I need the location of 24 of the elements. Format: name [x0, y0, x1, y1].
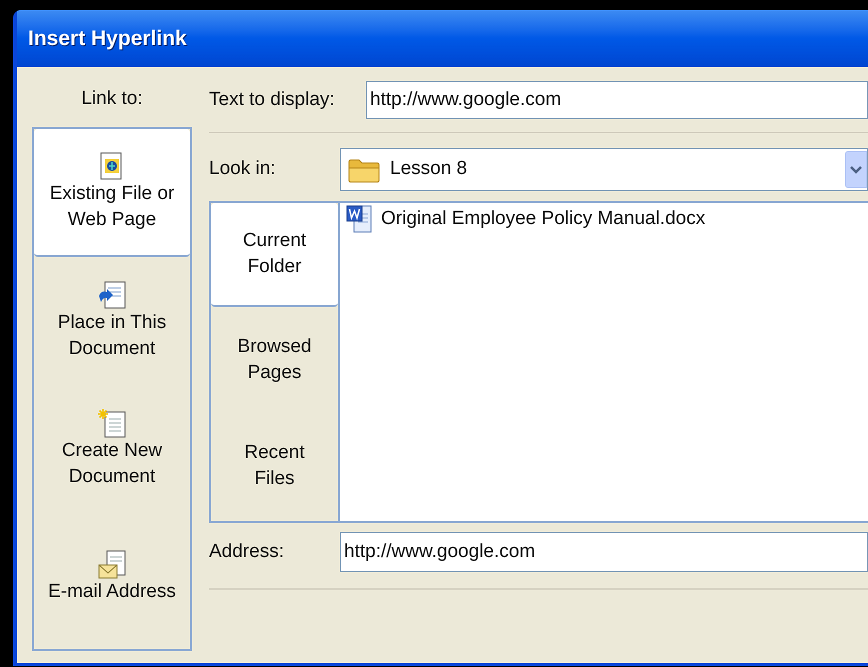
new-document-icon — [97, 408, 127, 438]
address-field[interactable]: http://www.google.com — [340, 532, 868, 572]
file-item[interactable]: Original Employee Policy Manual.docx — [381, 204, 706, 234]
envelope-document-icon — [97, 549, 127, 579]
places-tab[interactable]: Current Folder — [211, 203, 338, 307]
link-type-item[interactable]: Place in This Document — [34, 257, 190, 385]
chevron-down-icon — [850, 166, 862, 174]
look-in-value: Lesson 8 — [390, 157, 468, 182]
link-type-item[interactable]: Create New Document — [34, 385, 190, 513]
window-title: Insert Hyperlink — [28, 26, 187, 52]
look-in-dropdown[interactable]: Lesson 8 — [340, 148, 868, 191]
link-type-item[interactable]: E-mail Address — [34, 513, 190, 641]
folder-icon — [348, 156, 381, 182]
places-tab[interactable]: Recent Files — [211, 413, 338, 519]
address-label: Address: — [209, 540, 285, 564]
places-tab[interactable]: Browsed Pages — [211, 307, 338, 413]
text-to-display-label: Text to display: — [209, 88, 336, 112]
link-to-label: Link to: — [81, 86, 143, 111]
document-arrow-icon — [97, 280, 127, 310]
link-type-item[interactable]: Existing File or Web Page — [34, 129, 190, 257]
look-in-label: Look in: — [209, 157, 277, 182]
dropdown-button[interactable] — [845, 151, 867, 188]
word-document-icon — [346, 204, 374, 234]
text-to-display-field[interactable]: http://www.google.com — [366, 81, 868, 119]
